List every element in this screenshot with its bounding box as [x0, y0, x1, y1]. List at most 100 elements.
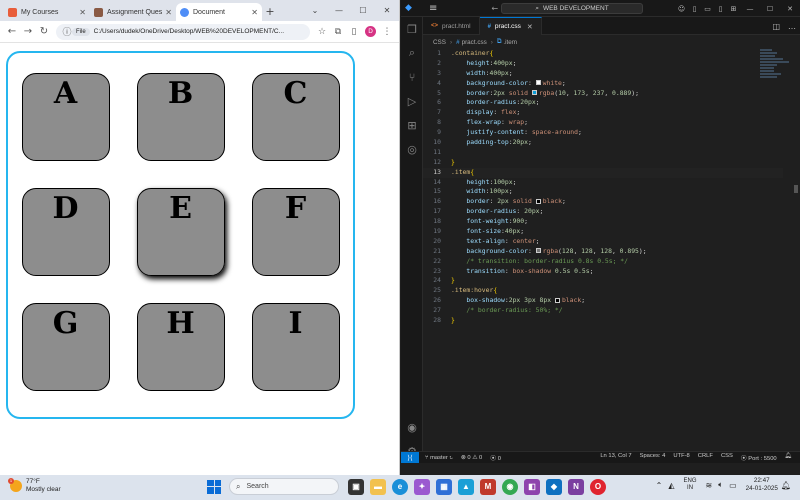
close-window-icon[interactable]: ✕	[375, 6, 399, 15]
code-line[interactable]: 21 background-color: rgba(128, 128, 128,…	[423, 247, 783, 257]
language-mode[interactable]: CSS	[721, 453, 733, 462]
microsoft-store-icon[interactable]: ▦	[436, 478, 452, 495]
chevron-up-icon[interactable]: ⌃	[656, 481, 663, 490]
remote-explorer-icon[interactable]: ◎	[401, 137, 423, 161]
extensions-icon[interactable]: ⊞	[401, 113, 423, 137]
live-server-port[interactable]: ⦿ Port : 5500	[741, 453, 777, 462]
code-line[interactable]: 3 width:400px;	[423, 69, 783, 79]
hamburger-menu-icon[interactable]: ≡	[429, 3, 437, 14]
remote-indicator-icon[interactable]: ⟩⟨	[401, 451, 419, 464]
close-tab-icon[interactable]: ✕	[527, 23, 533, 31]
menu-kebab-icon[interactable]: ⋮	[379, 27, 395, 37]
code-line[interactable]: 7 display: flex;	[423, 108, 783, 118]
minimize-icon[interactable]: —	[327, 6, 351, 15]
clock[interactable]: 22:47 24-01-2025	[746, 477, 778, 493]
minimize-icon[interactable]: —	[740, 5, 760, 13]
code-line[interactable]: 9 justify-content: space-around;	[423, 128, 783, 138]
code-line[interactable]: 6 border-radius:20px;	[423, 98, 783, 108]
tab-assignment-quest[interactable]: Assignment Quest ✕	[90, 3, 176, 21]
item-b[interactable]: B	[136, 73, 225, 161]
code-line[interactable]: 26 box-shadow:2px 3px 8px black;	[423, 296, 783, 306]
task-view-icon[interactable]: ▣	[348, 478, 364, 495]
maximize-icon[interactable]: ☐	[760, 5, 780, 13]
eol-status[interactable]: CRLF	[698, 453, 713, 462]
mcafee-icon[interactable]: M	[480, 478, 496, 495]
account-icon[interactable]: ◉	[401, 415, 423, 439]
copilot-icon[interactable]: ☺	[675, 5, 688, 13]
code-line[interactable]: 12}	[423, 158, 783, 168]
item-d[interactable]: D	[21, 188, 110, 276]
code-line[interactable]: 16 border: 2px solid black;	[423, 197, 783, 207]
code-line[interactable]: 5 border:2px solid rgba(10, 173, 237, 0.…	[423, 89, 783, 99]
edge-icon[interactable]: e	[392, 478, 408, 495]
info-icon[interactable]: ⓘ	[62, 25, 72, 38]
breadcrumb-folder[interactable]: CSS	[433, 39, 446, 46]
item-c[interactable]: C	[251, 73, 340, 161]
notepad-icon[interactable]: ◧	[524, 478, 540, 495]
windows-start-icon[interactable]	[207, 479, 221, 494]
close-tab-icon[interactable]: ✕	[165, 8, 172, 17]
wifi-icon[interactable]: ≋	[706, 481, 713, 490]
back-icon[interactable]: ←	[4, 26, 20, 37]
explorer-icon[interactable]: ❐	[401, 17, 423, 41]
notifications-bell-icon[interactable]: 🔔︎	[785, 453, 792, 462]
layout-sidebar-icon[interactable]: ▯	[688, 5, 701, 13]
forward-icon[interactable]: →	[20, 26, 36, 37]
command-center-search[interactable]: ⌕ WEB DEVELOPMENT	[501, 3, 643, 14]
tray-app-icon[interactable]: ◭	[668, 481, 674, 490]
photos-icon[interactable]: ▲	[458, 478, 474, 495]
source-control-icon[interactable]: ⑂	[401, 65, 423, 89]
close-tab-icon[interactable]: ✕	[79, 8, 86, 17]
item-e[interactable]: E	[136, 188, 225, 276]
close-tab-icon[interactable]: ✕	[251, 8, 258, 17]
opera-icon[interactable]: O	[590, 478, 606, 495]
code-line[interactable]: 27 /* border-radius: 50%; */	[423, 306, 783, 316]
code-line[interactable]: 25 .item:hover{	[423, 286, 783, 296]
code-line[interactable]: 22 /* transition: border-radius 0.8s 0.5…	[423, 257, 783, 267]
onenote-icon[interactable]: N	[568, 478, 584, 495]
item-h[interactable]: H	[136, 303, 225, 391]
code-line[interactable]: 10 padding-top:20px;	[423, 138, 783, 148]
tab-pract-css[interactable]: # pract.css ✕	[479, 17, 542, 35]
code-line[interactable]: 11	[423, 148, 783, 158]
ports-status[interactable]: ⦿ 0	[490, 453, 501, 462]
close-window-icon[interactable]: ✕	[780, 5, 800, 13]
minimap[interactable]	[760, 49, 790, 129]
new-tab-button[interactable]: +	[262, 5, 278, 18]
customize-layout-icon[interactable]: ⊞	[727, 5, 740, 13]
code-line[interactable]: 13 .item{	[423, 167, 783, 178]
editor-scrollbar[interactable]	[794, 185, 798, 193]
code-line[interactable]: 4 background-color: white;	[423, 79, 783, 89]
taskbar-search-box[interactable]: ⌕ Search	[229, 478, 339, 495]
vscode-taskbar-icon[interactable]: ◆	[546, 478, 562, 495]
code-line[interactable]: 23 transition: box-shadow 0.5s 0.5s;	[423, 267, 783, 277]
maximize-icon[interactable]: ☐	[351, 6, 375, 15]
battery-icon[interactable]: ▭	[729, 481, 737, 490]
profile-avatar[interactable]: D	[365, 26, 376, 37]
volume-icon[interactable]: 🔈︎	[718, 480, 723, 490]
reload-icon[interactable]: ↻	[36, 26, 52, 37]
extensions-icon[interactable]: ⧉	[330, 27, 346, 37]
layout-secondary-icon[interactable]: ▯	[714, 5, 727, 13]
item-i[interactable]: I	[251, 303, 340, 391]
tab-my-courses[interactable]: My Courses ✕	[4, 3, 90, 21]
notification-bell-icon[interactable]: 🔔︎	[781, 481, 791, 490]
tab-search-icon[interactable]: ⌄	[303, 6, 327, 15]
layout-panel-icon[interactable]: ▭	[701, 5, 714, 13]
more-actions-icon[interactable]: …	[788, 22, 796, 31]
item-f[interactable]: F	[251, 188, 340, 276]
split-editor-icon[interactable]: ◫	[772, 22, 780, 31]
code-editor[interactable]: 1 .container{2 height:400px; 3 width:400px…	[423, 49, 783, 462]
code-line[interactable]: 19 font-size:40px;	[423, 227, 783, 237]
language-indicator[interactable]: ENG IN	[684, 478, 697, 492]
code-line[interactable]: 14 height:100px;	[423, 178, 783, 188]
cursor-position[interactable]: Ln 13, Col 7	[600, 453, 631, 462]
tab-pract-html[interactable]: <> pract.html	[423, 17, 480, 35]
encoding-status[interactable]: UTF-8	[673, 453, 689, 462]
tab-document[interactable]: Document ✕	[176, 3, 262, 21]
code-line[interactable]: 15 width:100px;	[423, 187, 783, 197]
code-line[interactable]: 24}	[423, 276, 783, 286]
code-line[interactable]: 20 text-align: center;	[423, 237, 783, 247]
file-explorer-icon[interactable]: ▬	[370, 478, 386, 495]
indentation-status[interactable]: Spaces: 4	[640, 453, 666, 462]
